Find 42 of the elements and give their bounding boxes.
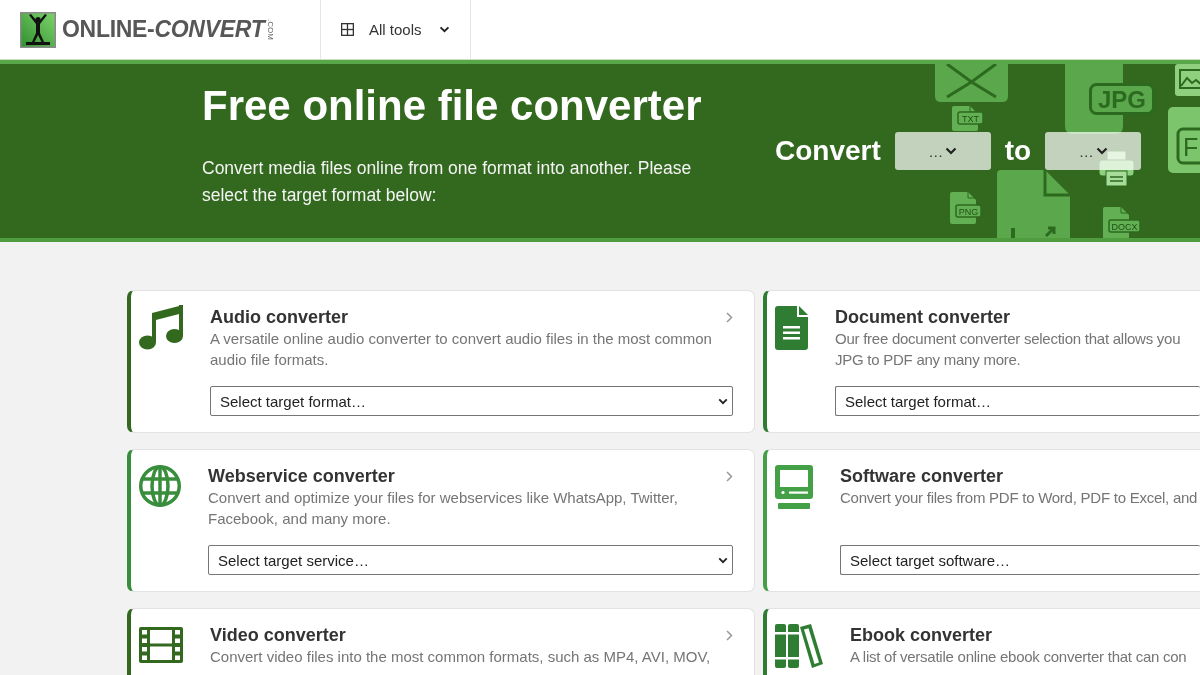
- caret-icon: [718, 556, 728, 564]
- converter-title[interactable]: Ebook converter: [850, 624, 993, 646]
- convert-label: Convert: [775, 134, 881, 168]
- caret-icon: [718, 397, 728, 405]
- chevron-right-icon[interactable]: [726, 629, 733, 641]
- chevron-down-icon: [438, 26, 450, 33]
- converter-description: Convert video files into the most common formats, such as MP4, AVI, MOV,: [210, 647, 712, 667]
- converter-description: Our free document converter selection that allows you JPG to PDF any many more.: [835, 329, 1181, 370]
- crossed-box-icon: [935, 64, 1008, 102]
- converter-title[interactable]: Webservice converter: [208, 465, 395, 487]
- all-tools-button[interactable]: All tools: [320, 0, 471, 59]
- converter-title[interactable]: Audio converter: [210, 306, 349, 328]
- logo-icon[interactable]: [20, 11, 56, 48]
- page-title: Free online file converter: [202, 81, 703, 131]
- converter-description: Convert your files from PDF to Word, PDF to Excel, and: [840, 488, 1198, 508]
- file-graphic: DOCX: [1103, 207, 1142, 238]
- target-format-select[interactable]: …: [1045, 132, 1142, 170]
- caret-icon: [945, 147, 958, 155]
- logo-wordmark[interactable]: ONLINE-CONVERT: [62, 16, 265, 43]
- target-select[interactable]: Select target software…: [840, 545, 1200, 575]
- converter-title[interactable]: Software converter: [840, 465, 1004, 487]
- file-graphic: JPG: [1065, 64, 1157, 134]
- file-graphic: TXT: [952, 106, 985, 131]
- logo-domain: .COM: [266, 19, 276, 40]
- target-select[interactable]: Select target service…: [208, 545, 733, 575]
- target-select[interactable]: Select target format…: [835, 386, 1200, 416]
- target-select[interactable]: Select target format…: [210, 386, 733, 416]
- converter-description: Convert and optimize your files for webservices like WhatsApp, Twitter, Facebook, and many more.: [208, 488, 679, 529]
- converter-title[interactable]: Document converter: [835, 306, 1011, 328]
- source-format-select[interactable]: …: [894, 132, 991, 170]
- to-label: to: [1004, 134, 1032, 168]
- chevron-right-icon[interactable]: [726, 311, 733, 323]
- file-graphic: PNG: [950, 192, 983, 224]
- caret-icon: [1095, 147, 1108, 155]
- grid-icon: [341, 23, 354, 36]
- chevron-right-icon[interactable]: [726, 470, 733, 482]
- converter-title[interactable]: Video converter: [210, 624, 346, 646]
- converter-description: A versatile online audio converter to convert audio files in the most common audio file formats.: [210, 329, 713, 370]
- file-graphic: F: [1168, 107, 1200, 173]
- page-subtitle: Convert media files online from one format into another. Please select the target format below:: [202, 157, 693, 207]
- converter-description: A list of versatile online ebook converter that can con: [850, 647, 1187, 667]
- file-icon: [997, 170, 1070, 238]
